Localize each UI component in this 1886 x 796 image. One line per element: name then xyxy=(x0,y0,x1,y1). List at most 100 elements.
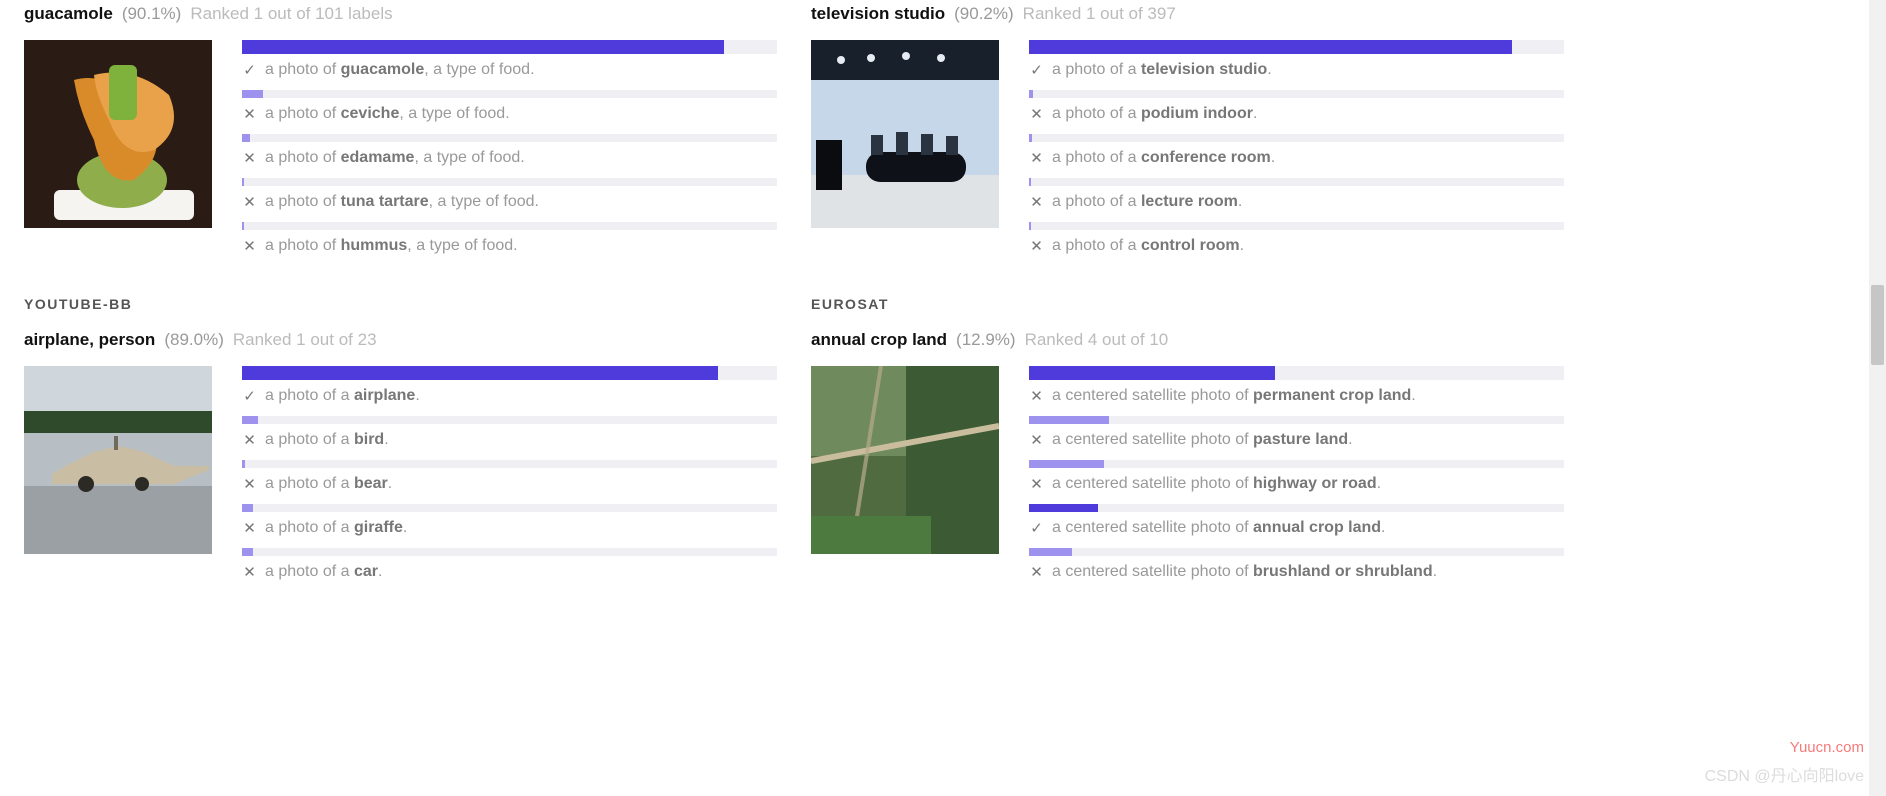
predictions-list: ✓a photo of a airplane.✕a photo of a bir… xyxy=(242,366,777,592)
caption-suffix: . xyxy=(403,519,407,536)
caption-suffix: , a type of food. xyxy=(424,61,534,78)
probability-bar-fill xyxy=(242,222,244,230)
probability-bar-fill xyxy=(1029,366,1275,380)
true-label: television studio xyxy=(811,4,945,24)
prediction-row: ✕ a photo of a lecture room. xyxy=(1029,178,1564,211)
caption-suffix: , a type of food. xyxy=(414,149,524,166)
probability-bar-fill xyxy=(1029,40,1512,54)
prediction-row: ✓a photo of a television studio. xyxy=(1029,40,1564,79)
probability-bar-track xyxy=(1029,460,1564,468)
caption-term: control room xyxy=(1141,237,1240,254)
panel-title: annual crop land(12.9%)Ranked 4 out of 1… xyxy=(811,330,1564,350)
prediction-row: ✕ a photo of hummus, a type of food. xyxy=(242,222,777,255)
probability-bar-fill xyxy=(1029,504,1098,512)
cross-icon: ✕ xyxy=(1029,151,1044,166)
classification-panel: YOUTUBE-BB airplane, person (89.0%) Ranked … xyxy=(24,296,777,592)
cross-icon: ✕ xyxy=(1029,389,1044,404)
caption-prefix: a photo of a xyxy=(265,563,354,580)
rank-text: Ranked 1 out of 23 xyxy=(233,330,377,350)
caption-term: lecture room xyxy=(1141,193,1238,210)
probability-bar-fill xyxy=(242,366,718,380)
caption-prefix: a photo of a xyxy=(265,519,354,536)
probability-bar-track xyxy=(1029,548,1564,556)
check-icon: ✓ xyxy=(1029,63,1044,78)
example-image xyxy=(24,40,212,228)
cross-icon: ✕ xyxy=(242,239,257,254)
true-confidence: (90.1%) xyxy=(122,4,182,24)
probability-bar-fill xyxy=(242,178,244,186)
caption-prefix: a photo of a xyxy=(1052,105,1141,122)
caption-suffix: . xyxy=(1240,237,1244,254)
prediction-caption: a photo of a airplane. xyxy=(265,387,420,405)
probability-bar-track xyxy=(1029,504,1564,512)
cross-icon: ✕ xyxy=(1029,195,1044,210)
caption-suffix: . xyxy=(1271,149,1275,166)
prediction-caption: a photo of tuna tartare, a type of food. xyxy=(265,193,539,211)
watermark: Yuucn.com CSDN @丹心向阳love xyxy=(1705,739,1864,786)
caption-prefix: a photo of xyxy=(265,149,341,166)
prediction-row: ✕a photo of a bear. xyxy=(242,460,777,493)
prediction-row: ✕ a photo of a control room. xyxy=(1029,222,1564,255)
caption-suffix: . xyxy=(384,431,388,448)
caption-term: bear xyxy=(354,475,388,492)
check-icon: ✓ xyxy=(242,389,257,404)
caption-term: brushland or shrubland xyxy=(1253,563,1433,580)
rank-text: Ranked 1 out of 397 xyxy=(1023,4,1176,24)
caption-suffix: . xyxy=(1377,475,1381,492)
prediction-caption: a photo of a bird. xyxy=(265,431,389,449)
caption-prefix: a photo of a xyxy=(1052,149,1141,166)
probability-bar-track xyxy=(242,416,777,424)
cross-icon: ✕ xyxy=(1029,565,1044,580)
true-confidence: (89.0%) xyxy=(164,330,224,350)
caption-term: airplane xyxy=(354,387,415,404)
cross-icon: ✕ xyxy=(1029,433,1044,448)
caption-term: highway or road xyxy=(1253,475,1377,492)
cross-icon: ✕ xyxy=(242,521,257,536)
caption-term: edamame xyxy=(341,149,415,166)
rank-text: Ranked 1 out of 101 labels xyxy=(190,4,392,24)
probability-bar-fill xyxy=(242,460,245,468)
true-label: airplane, person xyxy=(24,330,155,350)
probability-bar-fill xyxy=(1029,416,1109,424)
vertical-scrollbar[interactable] xyxy=(1869,0,1886,796)
cross-icon: ✕ xyxy=(242,565,257,580)
caption-prefix: a photo of xyxy=(265,193,341,210)
probability-bar-fill xyxy=(242,134,250,142)
caption-suffix: . xyxy=(1411,387,1415,404)
caption-suffix: . xyxy=(1381,519,1385,536)
true-confidence: (12.9%) xyxy=(956,330,1016,350)
prediction-row: ✕a photo of tuna tartare, a type of food… xyxy=(242,178,777,211)
probability-bar-track xyxy=(242,548,777,556)
caption-prefix: a photo of a xyxy=(1052,237,1141,254)
caption-term: conference room xyxy=(1141,149,1271,166)
prediction-row: ✓ a photo of a airplane. xyxy=(242,366,777,405)
caption-term: pasture land xyxy=(1253,431,1348,448)
cross-icon: ✕ xyxy=(1029,239,1044,254)
dataset-header: YOUTUBE-BB xyxy=(24,296,777,312)
prediction-caption: a photo of a lecture room. xyxy=(1052,193,1242,211)
caption-suffix: . xyxy=(415,387,419,404)
probability-bar-track xyxy=(1029,416,1564,424)
probability-bar-track xyxy=(242,40,777,54)
check-icon: ✓ xyxy=(242,63,257,78)
cross-icon: ✕ xyxy=(1029,477,1044,492)
prediction-row: ✓a photo of guacamole, a type of food. xyxy=(242,40,777,79)
caption-suffix: . xyxy=(378,563,382,580)
true-label: guacamole xyxy=(24,4,113,24)
prediction-caption: a photo of hummus, a type of food. xyxy=(265,237,518,255)
probability-bar-track xyxy=(1029,40,1564,54)
caption-prefix: a photo of xyxy=(265,237,341,254)
scrollbar-thumb[interactable] xyxy=(1871,285,1884,365)
prediction-caption: a photo of ceviche, a type of food. xyxy=(265,105,510,123)
classification-panel: guacamole (90.1%) Ranked 1 out of 101 labe… xyxy=(24,4,777,266)
probability-bar-fill xyxy=(242,504,253,512)
probability-bar-fill xyxy=(242,548,253,556)
prediction-row: ✕a photo of a car. xyxy=(242,548,777,581)
probability-bar-track xyxy=(1029,90,1564,98)
caption-suffix: , a type of food. xyxy=(399,105,509,122)
prediction-row: ✕a centered satellite photo of highway o… xyxy=(1029,460,1564,493)
caption-term: permanent crop land xyxy=(1253,387,1411,404)
cross-icon: ✕ xyxy=(242,477,257,492)
caption-prefix: a photo of a xyxy=(1052,61,1141,78)
prediction-row: ✕a photo of a bird. xyxy=(242,416,777,449)
